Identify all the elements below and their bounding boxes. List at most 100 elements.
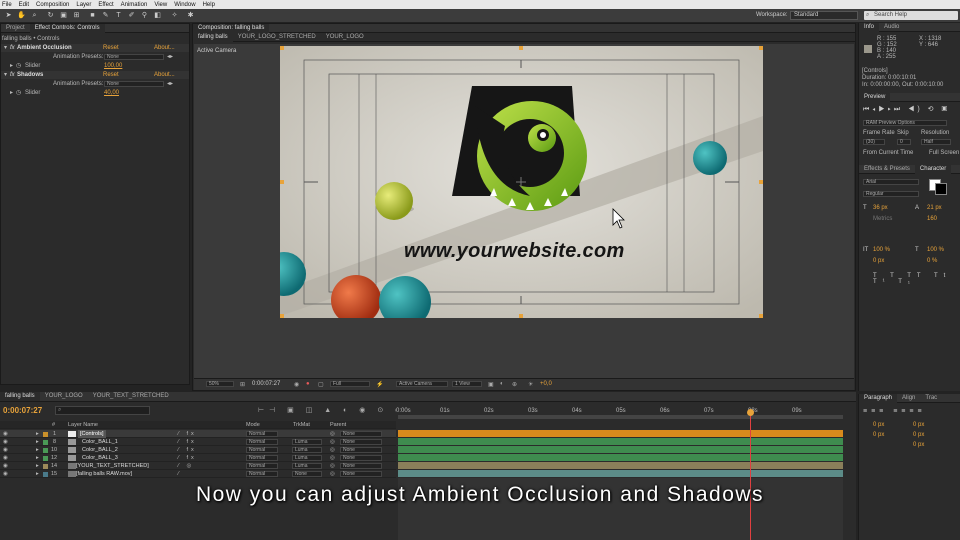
visibility-eye-icon[interactable]: ◉ (3, 430, 8, 438)
label-color-swatch[interactable] (43, 448, 48, 453)
prev-next-preset-icon[interactable]: ◂▸ (167, 80, 173, 88)
track-matte-select[interactable]: None (292, 471, 322, 477)
fast-preview-icon[interactable]: ⚡ (376, 381, 383, 388)
layer-search-input[interactable] (55, 406, 150, 415)
snapshot-icon[interactable]: ◉ (294, 381, 299, 388)
parent-select[interactable]: None (340, 431, 382, 437)
indent-right-value[interactable]: 0 px (913, 422, 924, 428)
zoom-select[interactable]: 50% (206, 381, 234, 387)
blend-mode-select[interactable]: Normal (246, 455, 278, 461)
space-after-value[interactable]: 0 px (913, 432, 924, 438)
about-button[interactable]: About... (154, 44, 175, 52)
playback-controls[interactable]: ⏮◂▶▸⏭ ◀) ⟲ ▣ (863, 105, 950, 114)
label-color-swatch[interactable] (43, 432, 48, 437)
current-time[interactable]: 0:00:07:27 (3, 406, 42, 415)
parent-select[interactable]: None (340, 455, 382, 461)
menu-edit[interactable]: Edit (19, 2, 29, 8)
playhead-handle[interactable] (747, 409, 754, 416)
tab-character[interactable]: Character (914, 164, 952, 174)
toggle-pixel-icon[interactable]: ▣ (488, 381, 494, 388)
exposure-value[interactable]: +0,0 (540, 380, 552, 389)
camera-tool-icon[interactable]: ▣ (59, 11, 68, 20)
tab-effect-controls[interactable]: Effect Controls: Controls (29, 23, 105, 33)
blend-mode-select[interactable]: Normal (246, 447, 278, 453)
layer-row[interactable]: ◉ ▸ 14 [YOUR_TEXT_STRETCHED] ⁄ ◎ Normal … (0, 462, 396, 470)
layer-duration-bar[interactable] (398, 430, 843, 437)
presets-select[interactable]: None (104, 81, 164, 87)
layer-switches[interactable]: ⁄ fx (178, 454, 197, 462)
current-time-display[interactable]: 0:00:07:27 (252, 380, 280, 389)
timeline-switches[interactable]: ⊢⊣ ▣ ◫ ▲ ◐ ◉ ⊙ ◎ (258, 406, 406, 414)
menu-window[interactable]: Window (174, 2, 195, 8)
flowchart-icon[interactable]: ⊕ (512, 381, 517, 388)
expand-triangle-icon[interactable]: ▸ (36, 462, 39, 470)
track-matte-select[interactable]: Luma (292, 463, 322, 469)
parent-select[interactable]: None (340, 471, 382, 477)
layer-switches[interactable]: ⁄ fx (178, 430, 197, 438)
vertical-scale-value[interactable]: 100 % (873, 247, 890, 253)
effect-shadows-row[interactable]: ▾ fx Shadows Reset About... (1, 71, 189, 79)
text-style-buttons[interactable]: T T TT Tt T¹ T₁ (873, 273, 960, 285)
menu-help[interactable]: Help (203, 2, 215, 8)
puppet-tool-icon[interactable]: ✱ (186, 11, 195, 20)
exposure-icon[interactable]: ☀ (528, 381, 533, 388)
reset-button[interactable]: Reset (103, 44, 119, 52)
tab-effects-presets[interactable]: Effects & Presets (859, 165, 915, 174)
search-help-input[interactable]: Search Help (864, 11, 958, 20)
view-layout-select[interactable]: 1 View (452, 381, 482, 387)
layer-name[interactable]: Color_BALL_3 (82, 454, 118, 462)
expand-triangle-icon[interactable]: ▸ (36, 438, 39, 446)
grid-icon[interactable]: ⊞ (240, 381, 245, 388)
pen-tool-icon[interactable]: ✎ (101, 11, 110, 20)
blend-mode-select[interactable]: Normal (246, 463, 278, 469)
parent-select[interactable]: None (340, 447, 382, 453)
pickwhip-icon[interactable]: ◎ (330, 446, 335, 454)
layer-row[interactable]: ◉ ▸ 12 Color_BALL_3 ⁄ fx Normal Luma ◎ N… (0, 454, 396, 462)
tab-align[interactable]: Align (897, 394, 920, 403)
layer-duration-bar[interactable] (398, 454, 843, 461)
camera-select[interactable]: Active Camera (396, 381, 448, 387)
layer-row[interactable]: ◉ ▸ 8 Color_BALL_1 ⁄ fx Normal Luma ◎ No… (0, 438, 396, 446)
track-matte-select[interactable]: Luma (292, 455, 322, 461)
region-icon[interactable]: ▢ (318, 381, 324, 388)
presets-select[interactable]: None (104, 54, 164, 60)
from-current-time-checkbox[interactable]: From Current Time (863, 150, 913, 156)
layer-row[interactable]: ◉ ▸ 1 [Controls] ⁄ fx Normal ◎ None (0, 430, 396, 438)
tab-info[interactable]: Info (859, 22, 880, 32)
menu-view[interactable]: View (154, 2, 167, 8)
expand-triangle-icon[interactable]: ▸ (10, 89, 13, 97)
stopwatch-icon[interactable]: ◷ (16, 89, 21, 97)
eraser-tool-icon[interactable]: ◧ (153, 11, 162, 20)
reset-exposure-icon[interactable]: ◐ (500, 381, 504, 387)
expand-triangle-icon[interactable]: ▸ (10, 62, 13, 70)
reset-button[interactable]: Reset (103, 71, 119, 79)
space-before-value[interactable]: 0 px (873, 432, 884, 438)
stopwatch-icon[interactable]: ◷ (16, 62, 21, 70)
label-color-swatch[interactable] (43, 440, 48, 445)
rectangle-tool-icon[interactable]: ■ (88, 11, 97, 20)
text-tool-icon[interactable]: T (114, 11, 123, 20)
ram-preview-options-select[interactable]: RAM Preview Options (863, 120, 947, 126)
workspace-select[interactable]: Standard (790, 11, 858, 20)
slider-value[interactable]: 100,00 (104, 62, 122, 70)
first-line-indent-value[interactable]: 0 px (913, 442, 924, 448)
baseline-shift-value[interactable]: 0 px (873, 258, 884, 264)
blend-mode-select[interactable]: Normal (246, 431, 278, 437)
alignment-buttons[interactable]: ≡≡≡ ≡≡≡≡ (863, 408, 926, 415)
layer-switches[interactable]: ⁄ ◎ (178, 462, 194, 470)
clone-stamp-tool-icon[interactable]: ⚲ (140, 11, 149, 20)
layer-duration-bar[interactable] (398, 446, 843, 453)
pickwhip-icon[interactable]: ◎ (330, 462, 335, 470)
color-channel-icon[interactable]: ● (306, 381, 310, 387)
expand-triangle-icon[interactable]: ▸ (36, 446, 39, 454)
menu-composition[interactable]: Composition (36, 2, 69, 8)
stroke-color-swatch[interactable] (935, 183, 947, 195)
tracking-value[interactable]: 160 (927, 216, 937, 222)
comp-tab-logo-stretched[interactable]: YOUR_LOGO_STRETCHED (233, 33, 321, 42)
comp-tab-logo[interactable]: YOUR_LOGO (321, 33, 369, 42)
pan-behind-tool-icon[interactable]: ⊞ (72, 11, 81, 20)
selection-tool-icon[interactable]: ➤ (4, 11, 13, 20)
label-color-swatch[interactable] (43, 464, 48, 469)
label-color-swatch[interactable] (43, 456, 48, 461)
font-size-value[interactable]: 36 px (873, 205, 888, 211)
